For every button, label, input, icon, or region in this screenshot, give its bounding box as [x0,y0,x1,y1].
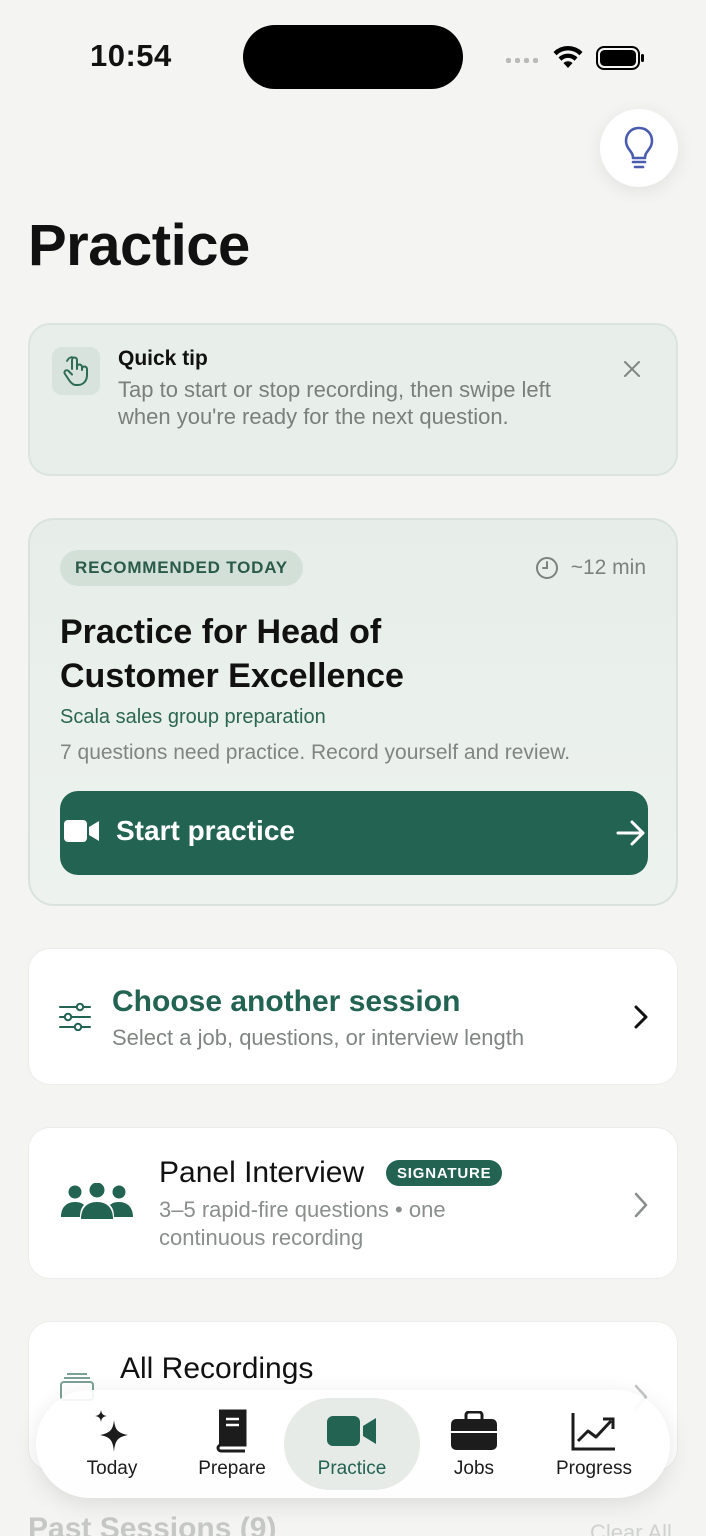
clear-all-button[interactable]: Clear All [590,1520,672,1536]
recommended-badge: RECOMMENDED TODAY [60,550,303,586]
quick-tip-card: Quick tip Tap to start or stop recording… [28,323,678,476]
panel-interview-subtitle: 3–5 rapid-fire questions • one continuou… [159,1197,446,1250]
recommended-practice-card: RECOMMENDED TODAY ~12 min Practice for H… [28,518,678,906]
tab-prepare[interactable]: Prepare [172,1390,292,1498]
tap-gesture-icon [52,347,100,395]
status-time: 10:54 [90,38,172,73]
tab-today[interactable]: Today [52,1390,172,1498]
quick-tip-title: Quick tip [118,347,208,370]
dynamic-island [243,25,463,89]
battery-icon [596,46,644,70]
tab-label: Progress [555,1458,633,1479]
recommended-title: Practice for Head of Customer Excellence [60,613,404,695]
signature-badge: SIGNATURE [386,1160,503,1186]
quick-tip-body: Tap to start or stop recording, then swi… [118,377,551,429]
start-practice-label: Start practice [116,815,295,846]
tab-progress[interactable]: Progress [534,1390,654,1498]
tab-label: Prepare [198,1458,266,1479]
page-title: Practice [28,213,250,278]
wifi-icon [553,45,583,68]
chevron-right-icon [634,1192,648,1218]
arrow-right-icon [616,820,645,846]
tab-jobs[interactable]: Jobs [414,1390,534,1498]
recommended-subtitle: Scala sales group preparation [60,706,326,728]
tab-label: Jobs [453,1458,495,1479]
choose-another-session-row[interactable]: Choose another session Select a job, que… [28,948,678,1085]
people-group-icon [61,1183,133,1219]
start-practice-button[interactable]: Start practice [60,791,648,875]
briefcase-icon [451,1411,497,1450]
duration-text: ~12 min [570,556,646,579]
panel-interview-title: Panel Interview [159,1156,365,1189]
sparkles-icon [95,1410,128,1452]
duration-estimate: ~12 min [535,556,646,580]
cellular-signal-icon [506,58,538,63]
clock-icon [535,557,558,579]
choose-session-subtitle: Select a job, questions, or interview le… [112,1025,525,1050]
recommended-description: 7 questions need practice. Record yourse… [60,741,571,764]
hint-button[interactable] [600,109,678,187]
chart-line-icon [571,1413,615,1451]
video-camera-icon [64,820,99,842]
tab-bar: Today Prepare Practice Jobs Progress [36,1390,670,1498]
sliders-icon [59,1003,91,1031]
panel-interview-row[interactable]: Panel Interview SIGNATURE 3–5 rapid-fire… [28,1127,678,1279]
tab-label: Today [86,1458,138,1479]
all-recordings-title: All Recordings [120,1352,314,1385]
close-icon[interactable] [622,359,642,379]
past-sessions-heading: Past Sessions (9) [28,1512,277,1536]
choose-session-title: Choose another session [112,985,461,1018]
chevron-right-icon [634,1005,648,1029]
book-icon [216,1409,247,1453]
video-camera-icon [327,1416,376,1446]
tab-practice[interactable]: Practice [284,1398,420,1490]
tab-label: Practice [317,1458,387,1479]
lightbulb-icon [624,126,654,169]
